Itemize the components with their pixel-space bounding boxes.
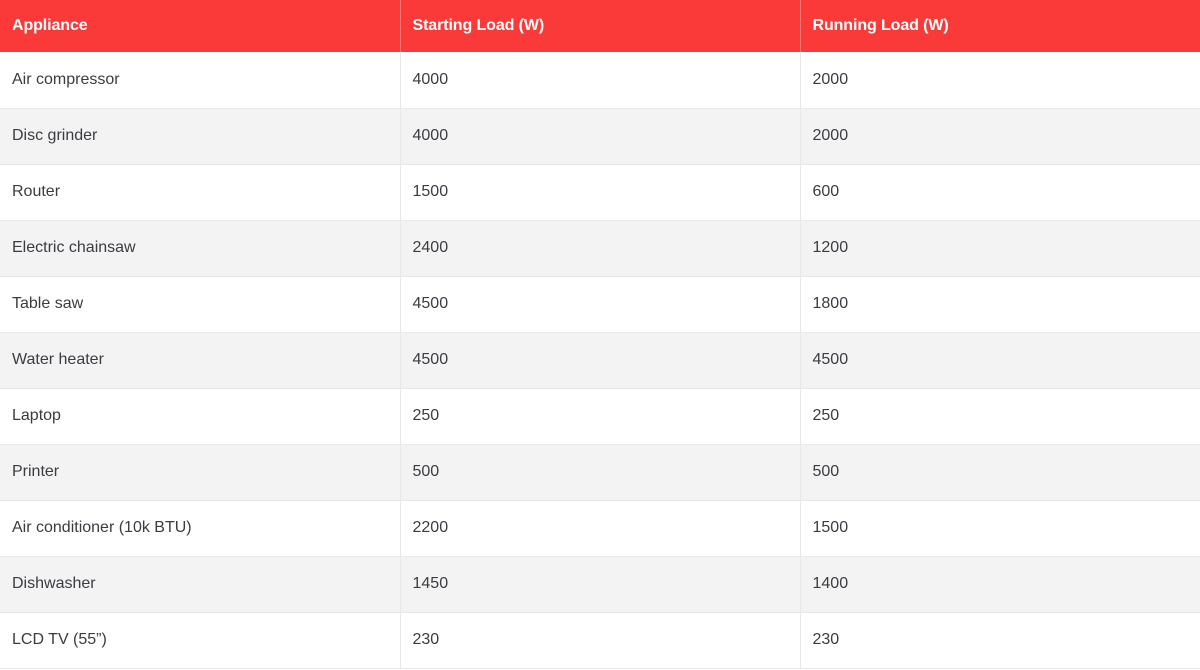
appliance-name-cell: Electric chainsaw	[0, 220, 401, 277]
table-row: Water heater 4500 4500	[0, 332, 1200, 389]
appliance-name-cell: Laptop	[0, 388, 401, 445]
table-row: Printer 500 500	[0, 444, 1200, 501]
appliance-name-cell: Water heater	[0, 332, 401, 389]
appliance-name-cell: Table saw	[0, 276, 401, 333]
running-load-cell: 1400	[800, 556, 1200, 613]
table-row: Dishwasher 1450 1400	[0, 556, 1200, 613]
column-header-starting-load: Starting Load (W)	[400, 0, 801, 52]
starting-load-cell: 230	[400, 612, 801, 669]
starting-load-cell: 4000	[400, 108, 801, 165]
starting-load-cell: 500	[400, 444, 801, 501]
starting-load-cell: 2400	[400, 220, 801, 277]
appliance-name-cell: LCD TV (55”)	[0, 612, 401, 669]
running-load-cell: 250	[800, 388, 1200, 445]
column-header-running-load: Running Load (W)	[812, 17, 949, 34]
starting-load-cell: 1450	[400, 556, 801, 613]
table-header: Appliance Starting Load (W) Running Load…	[0, 0, 1200, 52]
table-row: Router 1500 600	[0, 164, 1200, 221]
appliance-name-cell: Router	[0, 164, 401, 221]
table-body: Air compressor 4000 2000 Disc grinder 4000 20…	[0, 52, 1200, 669]
running-load-cell: 2000	[800, 52, 1200, 109]
starting-load-cell: 4000	[400, 52, 801, 109]
starting-load-cell: 4500	[400, 276, 801, 333]
table-row: Electric chainsaw 2400 1200	[0, 220, 1200, 277]
running-load-cell: 600	[800, 164, 1200, 221]
column-header-appliance: Appliance	[0, 0, 401, 52]
starting-load-cell: 250	[400, 388, 801, 445]
table-row: Air conditioner (10k BTU) 2200 1500	[0, 500, 1200, 557]
appliance-name-cell: Disc grinder	[0, 108, 401, 165]
table-row: LCD TV (55”) 230 230	[0, 612, 1200, 669]
starting-load-cell: 4500	[400, 332, 801, 389]
running-load-cell: 1200	[800, 220, 1200, 277]
running-load-cell: 230	[800, 612, 1200, 669]
running-load-cell: 4500	[800, 332, 1200, 389]
appliance-name-cell: Air compressor	[0, 52, 401, 109]
starting-load-cell: 1500	[400, 164, 801, 221]
appliance-name-cell: Printer	[0, 444, 401, 501]
table-header-row: Appliance Starting Load (W) Running Load…	[0, 0, 1200, 52]
running-load-cell: 500	[800, 444, 1200, 501]
table-row: Air compressor 4000 2000	[0, 52, 1200, 109]
starting-load-cell: 2200	[400, 500, 801, 557]
appliance-name-cell: Dishwasher	[0, 556, 401, 613]
running-load-cell: 1800	[800, 276, 1200, 333]
table-row: Disc grinder 4000 2000	[0, 108, 1200, 165]
table-row: Laptop 250 250	[0, 388, 1200, 445]
running-load-cell: 1500	[800, 500, 1200, 557]
running-load-cell: 2000	[800, 108, 1200, 165]
appliance-load-table: Appliance Starting Load (W) Running Load…	[0, 0, 1200, 669]
appliance-name-cell: Air conditioner (10k BTU)	[0, 500, 401, 557]
table-row: Table saw 4500 1800	[0, 276, 1200, 333]
